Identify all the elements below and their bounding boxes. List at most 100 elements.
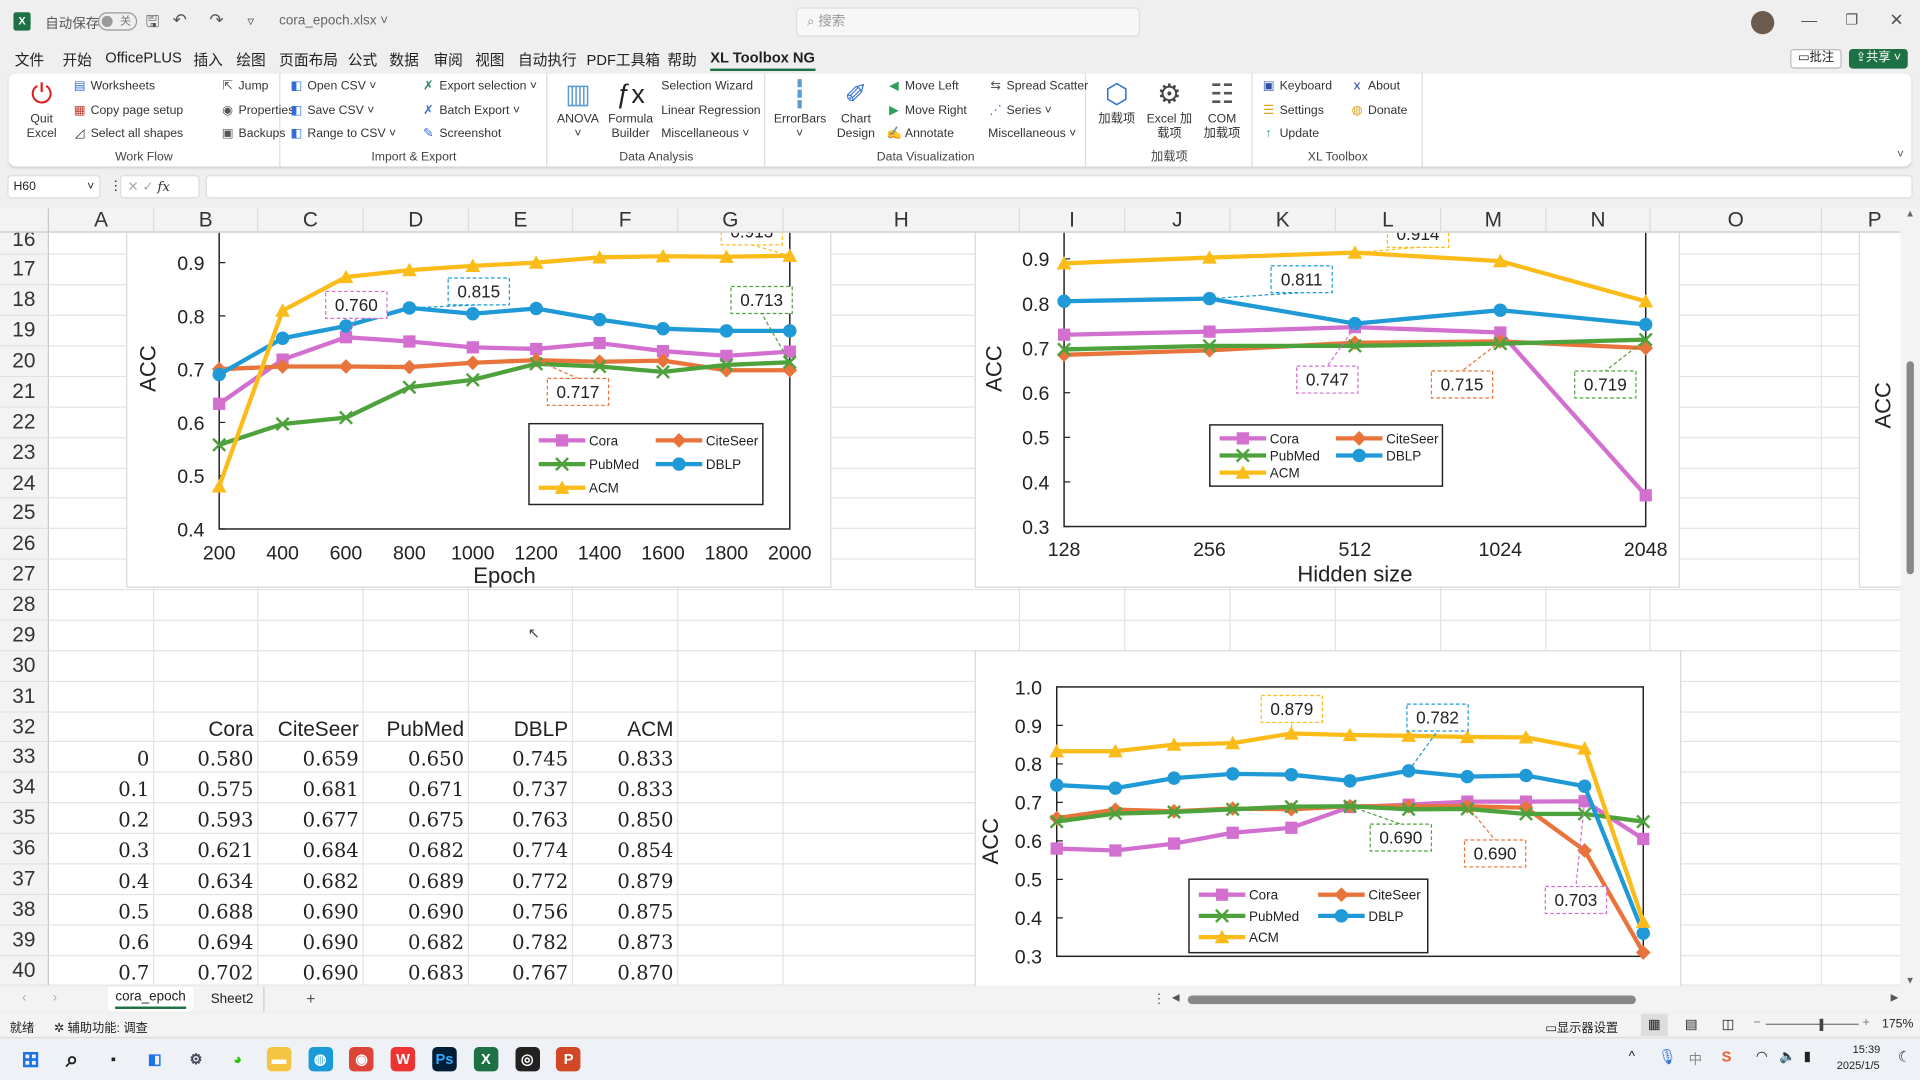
clock-time[interactable]: 15:39 — [1853, 1043, 1881, 1055]
table-cell[interactable]: 0.756 — [469, 895, 573, 925]
table-row-label[interactable]: 0.7 — [49, 956, 154, 986]
taskbar-powerpoint-icon[interactable]: P — [556, 1046, 581, 1072]
column-header[interactable]: N — [1547, 208, 1651, 233]
zoom-slider[interactable] — [1765, 1023, 1859, 1025]
table-cell[interactable]: 0.745 — [469, 743, 573, 773]
microphone-icon[interactable]: 🎙 — [1658, 1048, 1677, 1065]
ribbon-button-power[interactable]: ⏻ Quit Excel — [16, 78, 67, 142]
taskbar-excel-icon[interactable]: X — [473, 1046, 499, 1072]
table-header-cell[interactable]: Cora — [154, 712, 258, 742]
split-handle-icon[interactable]: ⋮ — [1152, 991, 1165, 1007]
ribbon-button-com-addins[interactable]: ☷ COM 加载项 — [1200, 78, 1244, 142]
row-header[interactable]: 23 — [0, 437, 49, 469]
taskbar-photoshop-icon[interactable]: Ps — [432, 1046, 457, 1072]
column-header[interactable]: C — [258, 208, 364, 233]
ribbon-item-select-all-shapes[interactable]: ◿ Select all shapes — [72, 125, 183, 145]
minimize-icon[interactable]: — — [1801, 11, 1817, 29]
column-header[interactable]: H — [784, 208, 1021, 233]
table-cell[interactable]: 0.772 — [469, 864, 573, 894]
table-cell[interactable]: 0.671 — [364, 773, 469, 803]
wifi-icon[interactable]: ◠ — [1756, 1048, 1768, 1064]
table-cell[interactable]: 0.879 — [573, 864, 678, 894]
column-header[interactable]: A — [49, 208, 155, 233]
next-sheet-icon[interactable]: › — [53, 991, 57, 1006]
ribbon-item-move-right[interactable]: ▶ Move Right — [887, 101, 967, 121]
column-header[interactable]: E — [469, 208, 574, 233]
table-cell[interactable]: 0.737 — [469, 773, 573, 803]
taskbar-wps-icon[interactable]: W — [390, 1046, 416, 1072]
column-header[interactable]: F — [573, 208, 679, 233]
enter-icon[interactable]: ✓ — [142, 180, 153, 195]
menu-tab[interactable]: 帮助 — [667, 49, 696, 70]
taskbar-obs-icon[interactable]: ◎ — [515, 1046, 540, 1072]
table-header-cell[interactable]: DBLP — [469, 712, 573, 742]
formula-input[interactable] — [205, 175, 1913, 199]
row-header[interactable]: 27 — [0, 559, 49, 591]
menu-tab[interactable]: 数据 — [389, 49, 418, 70]
menu-tab[interactable]: 绘图 — [236, 49, 265, 70]
table-header-cell[interactable]: CiteSeer — [258, 712, 363, 742]
table-cell[interactable]: 0.873 — [573, 925, 678, 955]
row-header[interactable]: 35 — [0, 803, 49, 834]
ribbon-item-linear-regression[interactable]: Linear Regression — [661, 101, 760, 121]
collapse-ribbon-icon[interactable]: ˅ — [1897, 148, 1904, 161]
comments-button[interactable]: ▭批注 — [1790, 48, 1842, 69]
column-header[interactable]: O — [1651, 208, 1823, 233]
select-all-corner[interactable] — [0, 208, 49, 233]
row-header[interactable]: 28 — [0, 590, 49, 621]
menu-tab[interactable]: 审阅 — [433, 49, 462, 70]
ribbon-item-copy-page-setup[interactable]: ▦ Copy page setup — [72, 101, 183, 121]
row-header[interactable]: 20 — [0, 346, 49, 378]
taskbar-wechat-icon[interactable]: ◕ — [225, 1047, 249, 1071]
table-cell[interactable]: 0.690 — [364, 895, 469, 925]
cells-area[interactable]: 16 17 18 19 20 21 22 23 24 25 26 27 28 29 30 31 32 33 34 35… — [0, 232, 1901, 986]
add-sheet-button[interactable]: + — [306, 989, 315, 1007]
table-cell[interactable]: 0.634 — [154, 864, 258, 894]
horizontal-scroll-thumb[interactable] — [1187, 995, 1636, 1005]
row-header[interactable]: 17 — [0, 255, 49, 286]
ribbon-item-miscellaneous[interactable]: Miscellaneous ˅ — [661, 125, 749, 145]
ime-indicator[interactable]: 中 — [1689, 1049, 1702, 1069]
table-row-label[interactable]: 0.5 — [49, 895, 154, 925]
table-cell[interactable]: 0.675 — [364, 803, 469, 833]
menu-tab[interactable]: 页面布局 — [279, 49, 338, 70]
name-box[interactable]: H60 ˅ — [7, 175, 101, 199]
vertical-scroll-thumb[interactable] — [1906, 361, 1914, 575]
column-header[interactable]: I — [1020, 208, 1126, 233]
column-header[interactable]: L — [1336, 208, 1442, 233]
taskbar-settings-icon[interactable]: ⚙ — [184, 1047, 208, 1071]
row-header[interactable]: 37 — [0, 864, 49, 895]
menu-tab[interactable]: 插入 — [193, 49, 222, 70]
table-cell[interactable]: 0.593 — [154, 803, 258, 833]
zoom-level[interactable]: 175% — [1882, 1018, 1913, 1031]
table-cell[interactable]: 0.774 — [469, 834, 573, 864]
column-header[interactable]: M — [1441, 208, 1547, 233]
undo-icon[interactable]: ↶ — [173, 10, 187, 31]
taskbar-file-explorer-icon[interactable]: ▬ — [266, 1046, 292, 1072]
table-cell[interactable]: 0.683 — [364, 956, 469, 986]
scroll-left-icon[interactable]: ◀ — [1172, 992, 1180, 1003]
table-header-cell[interactable]: ACM — [573, 712, 678, 742]
table-cell[interactable]: 0.681 — [258, 773, 363, 803]
tray-overflow-icon[interactable]: ^ — [1629, 1049, 1635, 1064]
table-cell[interactable]: 0.690 — [258, 925, 363, 955]
prev-sheet-icon[interactable]: ‹ — [22, 991, 26, 1006]
menu-tab[interactable]: XL Toolbox NG — [710, 49, 815, 72]
table-row-label[interactable]: 0.2 — [49, 803, 154, 833]
taskbar-edge-icon[interactable]: ◍ — [308, 1046, 333, 1072]
table-cell[interactable]: 0.621 — [154, 834, 258, 864]
ribbon-item-keyboard[interactable]: ▣ Keyboard — [1261, 77, 1332, 97]
table-cell[interactable]: 0.688 — [154, 895, 258, 925]
table-cell[interactable]: 0.682 — [364, 834, 469, 864]
table-cell[interactable]: 0.650 — [364, 743, 469, 773]
row-header[interactable]: 39 — [0, 925, 49, 956]
row-header[interactable]: 26 — [0, 529, 49, 560]
customize-qat-icon[interactable]: ▿ — [247, 13, 254, 30]
chart-4[interactable]: ACC — [1858, 232, 1901, 588]
sheet-tab-sheet2[interactable]: Sheet2 — [201, 986, 265, 1012]
table-cell[interactable]: 0.782 — [469, 925, 573, 955]
taskbar-start-icon[interactable]: ⊞ — [18, 1047, 42, 1071]
menu-tab[interactable]: OfficePLUS — [105, 49, 182, 66]
volume-icon[interactable]: 🔈 — [1779, 1048, 1796, 1064]
table-cell[interactable]: 0.580 — [154, 743, 258, 773]
